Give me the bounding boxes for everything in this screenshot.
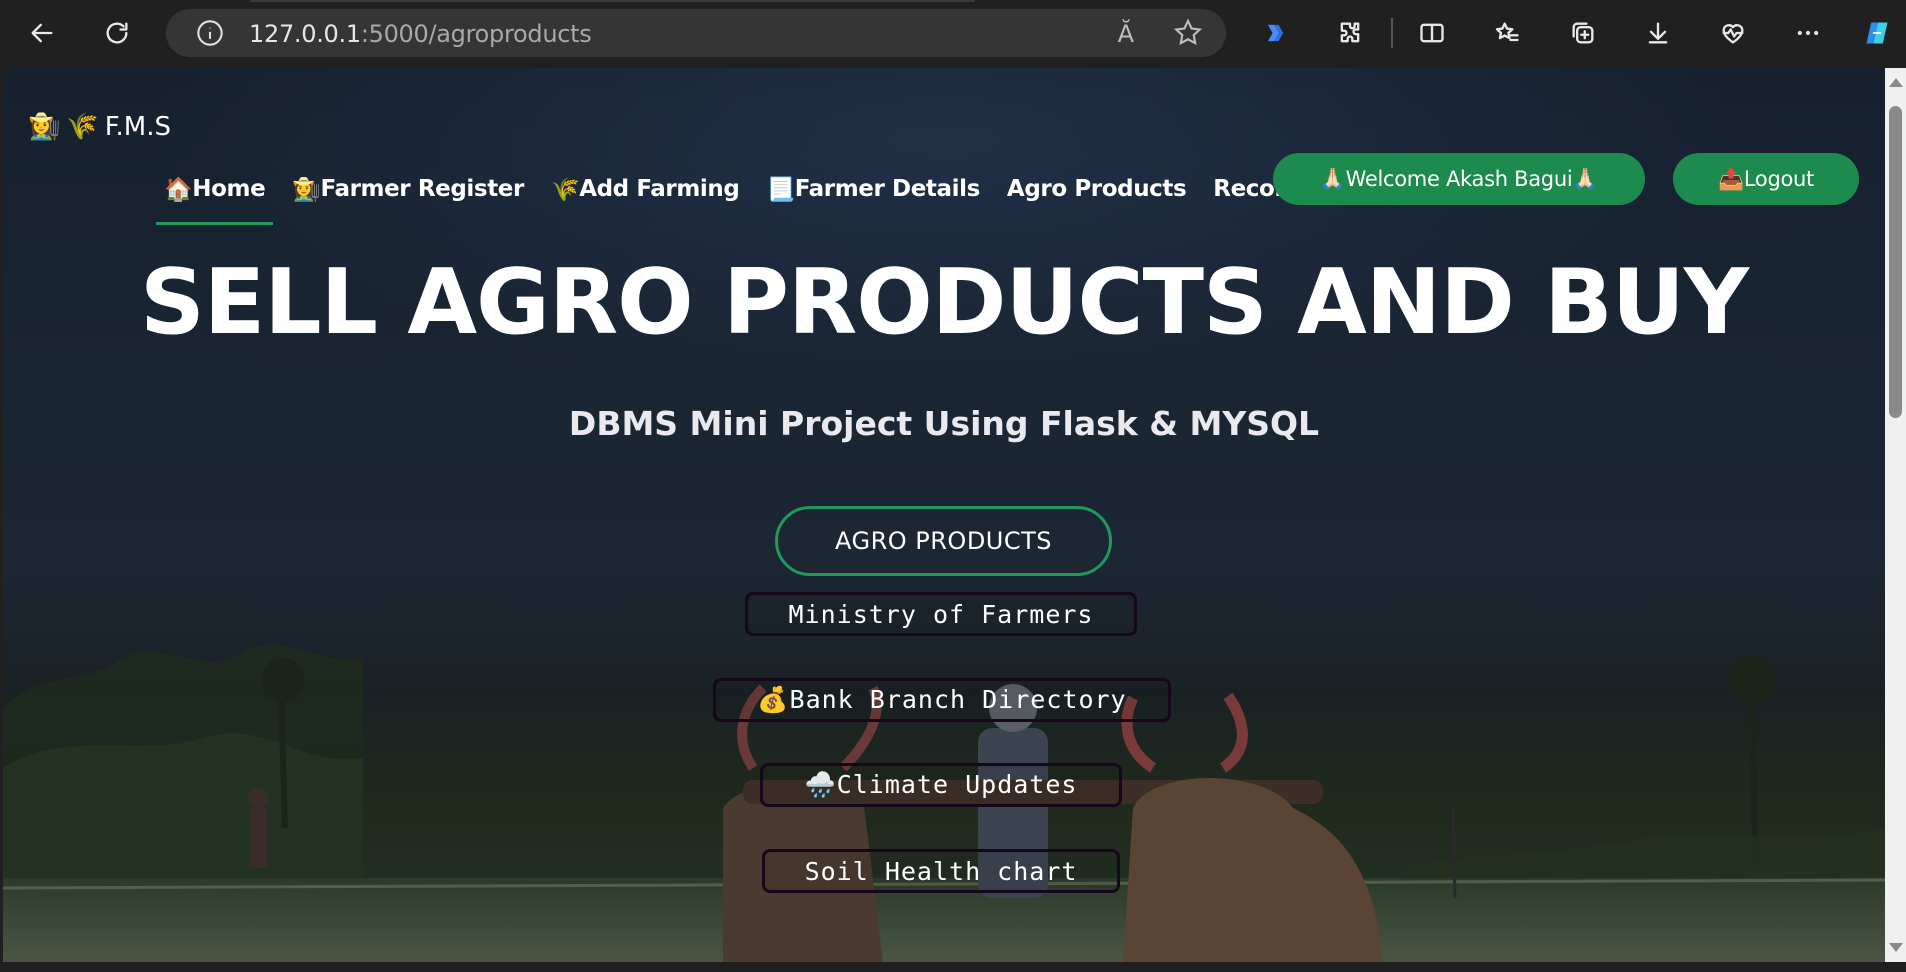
favorite-star-icon[interactable] bbox=[1172, 17, 1204, 49]
nav-home[interactable]: 🏠 Home bbox=[154, 164, 275, 225]
page-scrollbar[interactable] bbox=[1885, 68, 1906, 962]
download-icon bbox=[1648, 22, 1668, 44]
back-button[interactable] bbox=[22, 13, 62, 53]
nav-label: Agro Products bbox=[1006, 176, 1187, 202]
collections-button[interactable] bbox=[1563, 13, 1603, 53]
farmer-emoji-icon: 👩‍🌾 bbox=[28, 112, 61, 142]
climate-updates-link[interactable]: 🌧️Climate Updates bbox=[760, 763, 1122, 807]
split-screen-button[interactable] bbox=[1412, 13, 1452, 53]
nav-label: Farmer Register bbox=[320, 176, 525, 202]
browser-toolbar: 127.0.0.1:5000/agroproducts Ă bbox=[0, 0, 1906, 66]
nav-farmer-register[interactable]: 👩‍🌾 Farmer Register bbox=[282, 164, 534, 214]
welcome-user-button[interactable]: 🙏🏻Welcome Akash Bagui🙏🏻 bbox=[1273, 153, 1645, 205]
main-nav: 🏠 Home 👩‍🌾 Farmer Register 🌾 Add Farming 📃 F… bbox=[154, 164, 1332, 225]
nav-agro-products[interactable]: Agro Products bbox=[997, 164, 1196, 214]
favorites-list-icon bbox=[1495, 22, 1519, 42]
read-aloud-icon[interactable]: Ă bbox=[1118, 20, 1134, 48]
nav-farmer-details[interactable]: 📃 Farmer Details bbox=[756, 164, 989, 214]
power-automate-button[interactable] bbox=[1255, 13, 1295, 53]
rice-emoji-icon: 🌾 bbox=[66, 112, 99, 142]
downloads-button[interactable] bbox=[1638, 13, 1678, 53]
scroll-down-arrow-icon[interactable] bbox=[1889, 943, 1903, 952]
nav-label: Add Farming bbox=[579, 176, 740, 202]
page-icon: 📃 bbox=[766, 176, 795, 203]
site-info-icon[interactable] bbox=[196, 19, 224, 47]
farmer-icon: 👩‍🌾 bbox=[292, 176, 321, 203]
brand-text: F.M.S bbox=[104, 112, 171, 142]
puzzle-icon bbox=[1340, 22, 1360, 43]
hero-title: SELL AGRO PRODUCTS AND BUY bbox=[139, 250, 1749, 355]
url-text[interactable]: 127.0.0.1:5000/agroproducts bbox=[249, 20, 592, 48]
more-dots-icon bbox=[1797, 30, 1819, 36]
logout-button[interactable]: 📤Logout bbox=[1673, 153, 1859, 205]
tab-strip-edge bbox=[250, 0, 975, 2]
refresh-button[interactable] bbox=[97, 13, 137, 53]
power-automate-icon bbox=[1268, 24, 1284, 42]
browser-essentials-button[interactable] bbox=[1713, 13, 1753, 53]
house-icon: 🏠 bbox=[164, 176, 193, 203]
toolbar-separator bbox=[1391, 18, 1393, 48]
rice-icon: 🌾 bbox=[550, 176, 580, 203]
nav-label: Farmer Details bbox=[794, 176, 981, 202]
copilot-icon bbox=[1866, 22, 1888, 44]
hero-subtitle: DBMS Mini Project Using Flask & MYSQL bbox=[568, 404, 1320, 443]
nav-label: Home bbox=[192, 176, 266, 202]
nav-add-farming[interactable]: 🌾 Add Farming bbox=[541, 164, 750, 214]
bank-branch-directory-link[interactable]: 💰Bank Branch Directory bbox=[713, 678, 1171, 722]
soil-health-chart-link[interactable]: Soil Health chart bbox=[762, 849, 1120, 893]
address-bar[interactable]: 127.0.0.1:5000/agroproducts Ă bbox=[166, 9, 1226, 57]
refresh-icon bbox=[106, 22, 128, 44]
extensions-button[interactable] bbox=[1330, 13, 1370, 53]
heart-pulse-icon bbox=[1722, 24, 1744, 44]
agro-products-button[interactable]: AGRO PRODUCTS bbox=[775, 506, 1112, 576]
settings-more-button[interactable] bbox=[1788, 13, 1828, 53]
window-bottom-edge bbox=[0, 962, 1906, 972]
scroll-thumb[interactable] bbox=[1889, 106, 1902, 418]
scroll-up-arrow-icon[interactable] bbox=[1889, 78, 1903, 87]
page-viewport: 👩‍🌾 🌾 F.M.S 🏠 Home 👩‍🌾 Farmer Register 🌾 Ad… bbox=[3, 68, 1885, 962]
site-brand[interactable]: 👩‍🌾 🌾 F.M.S bbox=[28, 112, 171, 142]
split-screen-icon bbox=[1420, 23, 1444, 43]
favorites-button[interactable] bbox=[1487, 13, 1527, 53]
collections-icon bbox=[1572, 22, 1594, 44]
copilot-button[interactable] bbox=[1857, 13, 1897, 53]
ministry-of-farmers-link[interactable]: Ministry of Farmers bbox=[745, 592, 1137, 636]
back-arrow-icon bbox=[31, 23, 53, 43]
